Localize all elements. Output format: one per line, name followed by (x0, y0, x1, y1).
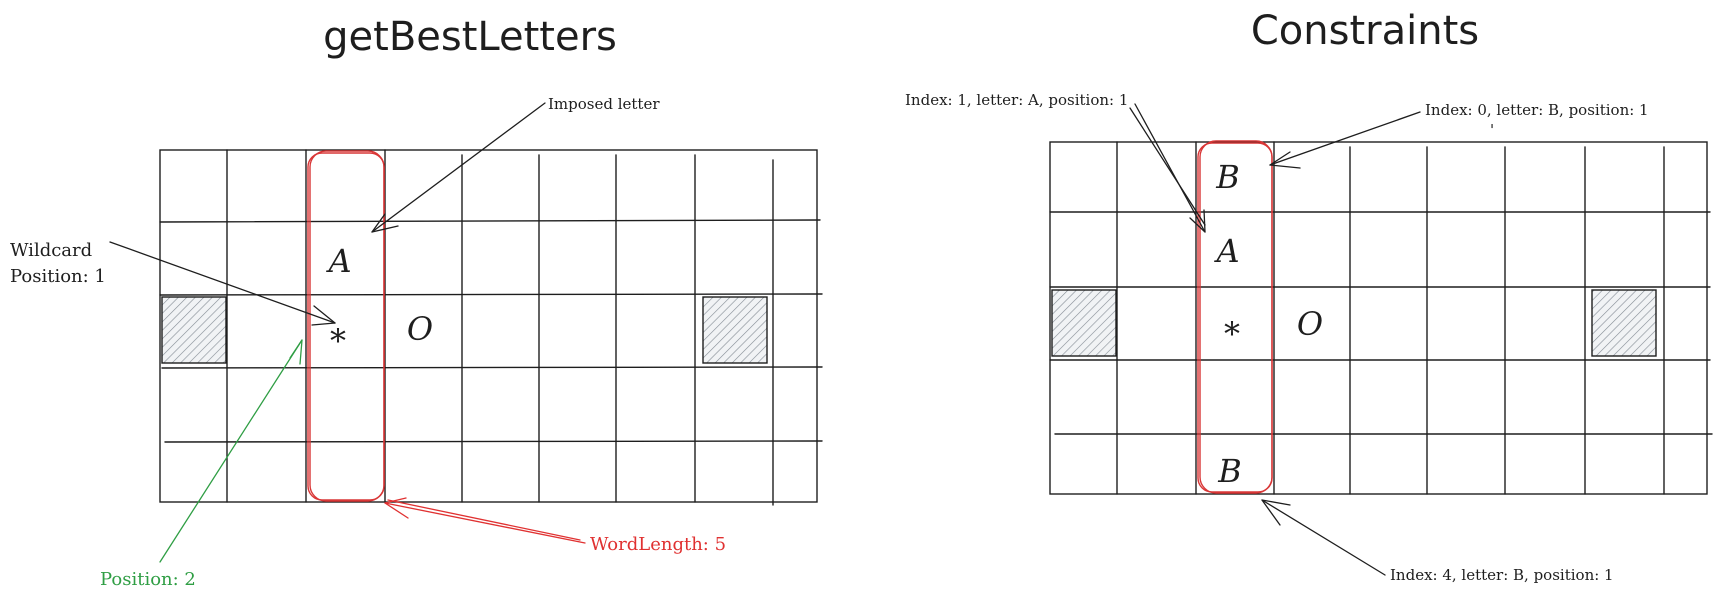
arrow-icon (159, 339, 303, 563)
wildcard-label: Wildcard (10, 240, 92, 261)
hatched-block-icon (1051, 289, 1117, 357)
arrow-icon (1261, 499, 1291, 526)
right-cell-b-top: B (1215, 158, 1240, 196)
constraint-b-bottom-label: Index: 4, letter: B, position: 1 (1390, 566, 1614, 584)
left-cell-a: A (325, 242, 351, 280)
hatched-block-icon (1591, 289, 1657, 357)
left-cell-o: O (407, 310, 433, 348)
arrow-icon (289, 339, 303, 365)
hatched-block-icon (161, 296, 227, 364)
hatched-block-icon (702, 296, 768, 364)
position-label: Position: 2 (100, 569, 196, 590)
constraint-b-top-label: Index: 0, letter: B, position: 1 (1425, 101, 1649, 119)
arrow-icon (1134, 103, 1206, 233)
tick-mark: ' (1490, 121, 1494, 139)
right-cell-a: A (1213, 232, 1239, 270)
left-panel: getBestLetters A * O Imposed letter Wild… (10, 14, 823, 590)
right-title: Constraints (1251, 8, 1479, 54)
left-cell-star: * (330, 322, 346, 360)
left-word-highlight (307, 152, 385, 501)
right-cell-o: O (1297, 305, 1323, 343)
wordlength-label: WordLength: 5 (590, 534, 726, 555)
arrow-icon (384, 497, 409, 519)
arrow-icon (371, 102, 546, 233)
left-title: getBestLetters (323, 14, 617, 60)
arrow-icon (1269, 111, 1421, 166)
arrow-icon (387, 499, 581, 541)
left-grid-hline (159, 293, 823, 296)
constraint-a-label: Index: 1, letter: A, position: 1 (905, 91, 1128, 109)
arrow-icon (384, 502, 586, 544)
arrow-icon (1261, 499, 1386, 576)
left-grid-hline (164, 440, 823, 443)
diagram-canvas: getBestLetters A * O Imposed letter Wild… (10, 8, 1713, 590)
left-word-highlight-stroke (309, 150, 385, 502)
left-grid-hline (161, 366, 823, 369)
right-cell-star: * (1224, 315, 1240, 353)
imposed-letter-label: Imposed letter (548, 95, 660, 113)
right-cell-b-bottom: B (1217, 452, 1242, 490)
left-grid-hline (159, 219, 821, 223)
arrow-icon (1129, 107, 1206, 226)
right-panel: Constraints B A * O B Index: 1, letter: … (905, 8, 1713, 584)
wildcard-position-label: Position: 1 (10, 266, 106, 287)
